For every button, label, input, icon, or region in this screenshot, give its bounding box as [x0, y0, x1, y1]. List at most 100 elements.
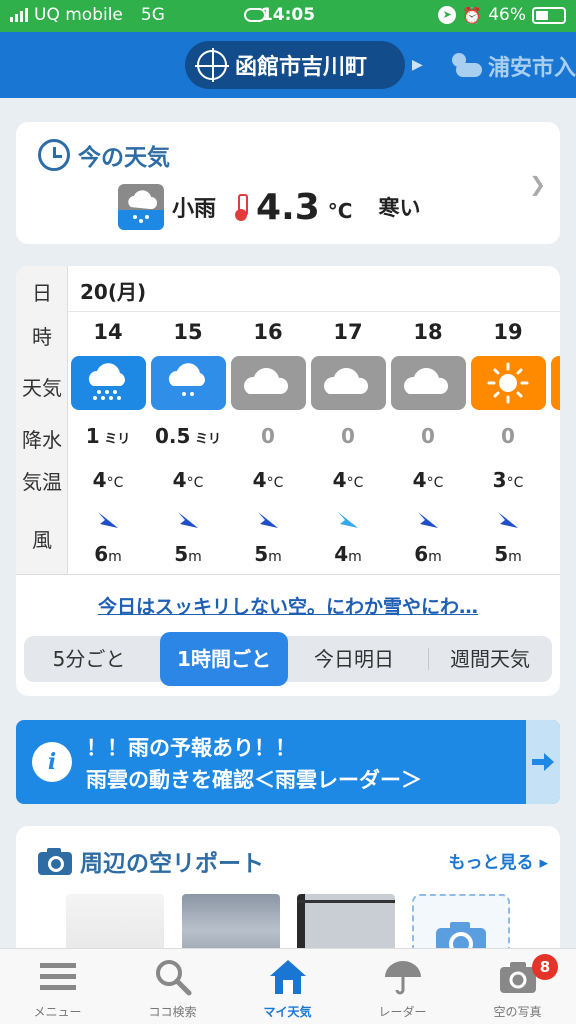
next-location-tab[interactable]: 浦安市入: [450, 50, 576, 82]
wind-direction-icon: [338, 512, 358, 528]
more-label: もっと見る: [448, 853, 534, 873]
chevron-right-icon: ❯: [529, 172, 546, 196]
cloud-icon: [391, 356, 466, 410]
notification-badge: 8: [532, 954, 558, 980]
current-weather-title: 今の天気: [78, 145, 170, 171]
banner-line-2: 雨雲の動きを確認＜雨雲レーダー＞: [86, 768, 422, 792]
hour-column[interactable]: 14 1 ミリ 4°C 6m: [68, 312, 148, 574]
tab-5min[interactable]: 5分ごと: [24, 636, 154, 682]
nav-search[interactable]: ココ検索: [115, 949, 230, 1024]
caret-right-icon: ▶: [412, 57, 423, 73]
heavy-rain-icon: [71, 356, 146, 410]
location-header: 函館市吉川町 ▶ 浦安市入: [0, 32, 576, 98]
wind-speed-value: 5m: [494, 542, 522, 566]
label-day: 日: [32, 281, 52, 305]
clock-icon: [38, 139, 70, 171]
tab-today-tomorrow[interactable]: 今日明日: [292, 636, 416, 682]
hour-label: 17: [333, 320, 363, 344]
divider: [16, 574, 560, 575]
wind-speed-value: 5m: [174, 542, 202, 566]
forecast-date: 20(月): [80, 280, 147, 304]
more-link[interactable]: もっと見る ▸: [449, 848, 548, 873]
forecast-comment: 今日はスッキリしない空。にわか雪やにわ…: [97, 596, 478, 618]
sky-report-title: 周辺の空リポート: [80, 851, 264, 877]
hour-label: 18: [413, 320, 443, 344]
row-labels: 日 時 天気 降水 気温 風: [16, 266, 68, 574]
current-temperature: 4.3: [256, 186, 320, 228]
wind-direction-icon: [178, 512, 198, 528]
current-location-name: 函館市吉川町: [235, 55, 368, 80]
nav-label: レーダー: [378, 1005, 427, 1019]
hour-label: 19: [493, 320, 523, 344]
rain-alert-banner[interactable]: i ！！雨の予報あり！！ 雨雲の動きを確認＜雨雲レーダー＞: [16, 720, 560, 804]
label-weather: 天気: [22, 376, 62, 400]
rain-icon: [151, 356, 226, 410]
light-rain-icon: [118, 184, 164, 230]
precip-value: 0: [261, 424, 275, 448]
precip-value: 0: [341, 424, 355, 448]
wind-direction-icon: [258, 512, 278, 528]
nav-label: 空の写真: [493, 1005, 542, 1019]
nav-label: マイ天気: [263, 1005, 312, 1019]
temperature-unit: °C: [327, 199, 353, 223]
wind-speed-value: 4m: [334, 542, 362, 566]
hourly-columns[interactable]: 14 1 ミリ 4°C 6m 15 0.5 ミリ 4°C 5m 16 0 4°C 5m 17 0 4°C 4m…: [68, 312, 560, 574]
label-wind: 風: [32, 528, 52, 552]
wind-speed-value: 6m: [414, 542, 442, 566]
nav-menu[interactable]: メニュー: [0, 949, 115, 1024]
hour-label: 14: [93, 320, 123, 344]
tab-hourly[interactable]: 1時間ごと: [160, 632, 288, 686]
current-location-tab[interactable]: 函館市吉川町: [185, 41, 405, 89]
nav-my-weather[interactable]: マイ天気: [230, 949, 345, 1024]
crosshair-icon: [195, 48, 229, 82]
cloud-icon: [311, 356, 386, 410]
umbrella-icon: [385, 961, 421, 995]
sun-icon: [471, 356, 546, 410]
wind-direction-icon: [498, 512, 518, 528]
temp-value: 4°C: [332, 468, 364, 492]
hourly-forecast-card: 日 時 天気 降水 気温 風 20(月) 14 1 ミリ 4°C 6m 15 0.5 ミリ…: [16, 266, 560, 696]
hour-label: 15: [173, 320, 203, 344]
battery-icon: [532, 6, 566, 24]
current-weather-card[interactable]: 今の天気 小雨 4.3 °C 寒い ❯: [16, 122, 560, 244]
temp-value: 4°C: [172, 468, 204, 492]
nav-sky-photos[interactable]: 空の写真: [460, 949, 575, 1024]
camera-icon: [38, 847, 72, 875]
search-icon: [156, 960, 192, 996]
wind-direction-icon: [418, 512, 438, 528]
status-bar: UQ mobile 5G 14:05 ➤ ⏰ 46%: [0, 0, 576, 32]
nav-label: ココ検索: [148, 1005, 197, 1019]
next-hour-icon-partial: [551, 356, 560, 410]
nav-radar[interactable]: レーダー: [345, 949, 460, 1024]
alarm-icon: ⏰: [462, 5, 483, 25]
thermometer-icon: [234, 194, 249, 221]
banner-arrow-button[interactable]: [526, 720, 560, 804]
date-row: 20(月): [68, 266, 560, 312]
label-precip: 降水: [22, 428, 62, 452]
hour-column[interactable]: 18 0 4°C 6m: [388, 312, 468, 574]
temp-value: 3°C: [492, 468, 524, 492]
temp-value: 4°C: [92, 468, 124, 492]
hour-column[interactable]: 17 0 4°C 4m: [308, 312, 388, 574]
temp-value: 4°C: [252, 468, 284, 492]
precip-value: 1 ミリ: [85, 424, 131, 448]
wind-speed-value: 5m: [254, 542, 282, 566]
menu-icon: [40, 963, 76, 990]
cloud-icon: [231, 356, 306, 410]
precip-value: 0: [421, 424, 435, 448]
forecast-comment-link[interactable]: 今日はスッキリしない空。にわか雪やにわ…: [16, 592, 560, 619]
banner-line-1: ！！雨の予報あり！！: [86, 736, 296, 760]
forecast-tabs: 5分ごと 1時間ごと 今日明日 週間天気: [24, 632, 552, 686]
location-arrow-icon: ➤: [438, 6, 457, 24]
hour-column[interactable]: 15 0.5 ミリ 4°C 5m: [148, 312, 228, 574]
label-hour: 時: [32, 325, 52, 349]
temp-value: 4°C: [412, 468, 444, 492]
hour-column[interactable]: 19 0 3°C 5m: [468, 312, 548, 574]
hour-column[interactable]: 16 0 4°C 5m: [228, 312, 308, 574]
hour-label: 16: [253, 320, 283, 344]
arrow-right-icon: [532, 753, 554, 771]
nav-label: メニュー: [33, 1005, 82, 1019]
bottom-navigation: メニュー ココ検索 マイ天気 レーダー 空の写真: [0, 948, 576, 1024]
home-icon: [270, 960, 306, 994]
tab-weekly[interactable]: 週間天気: [428, 636, 552, 682]
